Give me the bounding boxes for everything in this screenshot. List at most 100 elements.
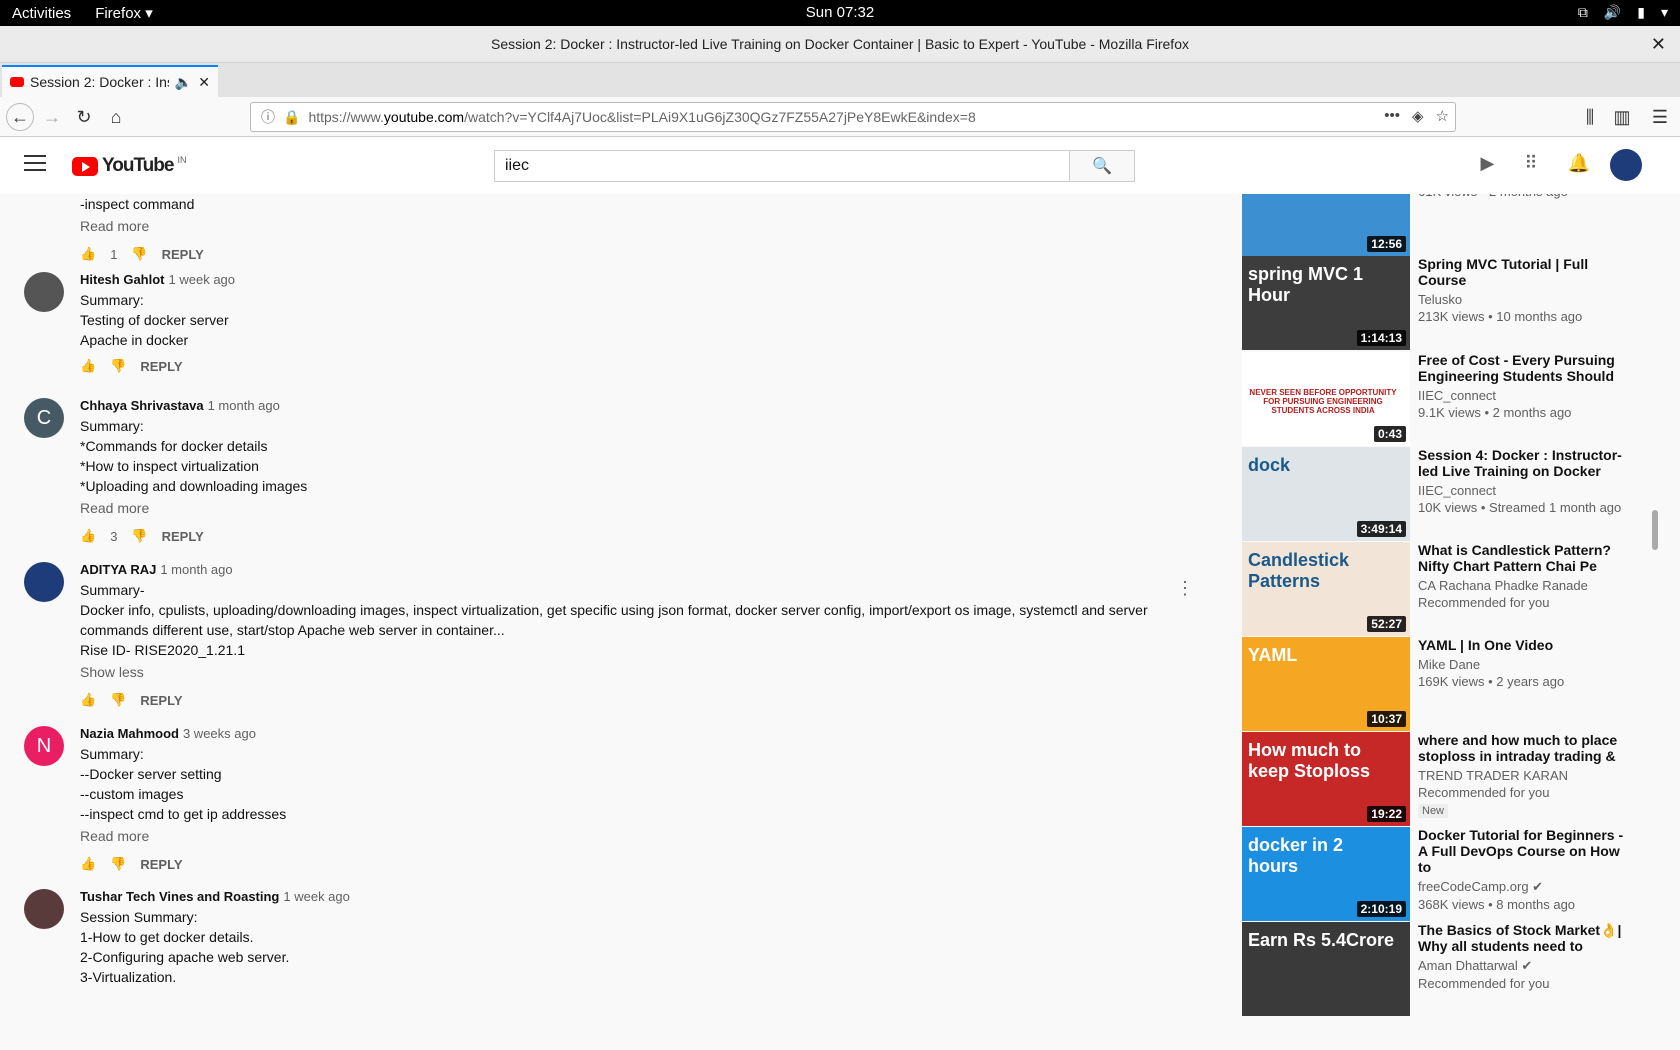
comment-time[interactable]: 1 week ago bbox=[169, 272, 236, 287]
menu-icon[interactable]: ☰ bbox=[1646, 103, 1674, 131]
avatar[interactable]: N bbox=[24, 726, 64, 766]
search-input[interactable]: iiec bbox=[494, 150, 1070, 182]
home-icon[interactable]: ⌂ bbox=[102, 103, 130, 131]
reload-icon[interactable]: ↻ bbox=[70, 103, 98, 131]
channel-name[interactable]: IIEC_connect bbox=[1418, 388, 1633, 403]
comment-author[interactable]: Tushar Tech Vines and Roasting bbox=[80, 889, 279, 904]
forward-icon[interactable]: → bbox=[38, 103, 66, 131]
like-icon[interactable]: 👍 bbox=[80, 528, 96, 544]
channel-name[interactable]: Aman Dhattarwal ✔ bbox=[1418, 958, 1633, 974]
sidebar-icon[interactable]: ▥ bbox=[1608, 103, 1636, 131]
dislike-icon[interactable]: 👎 bbox=[110, 692, 126, 708]
reply-button[interactable]: REPLY bbox=[162, 529, 204, 544]
channel-name[interactable]: freeCodeCamp.org ✔ bbox=[1418, 879, 1633, 895]
apps-grid-icon[interactable]: ⠿ bbox=[1524, 153, 1537, 174]
related-video-item[interactable]: Earn Rs 5.4Crore The Basics of Stock Mark… bbox=[1242, 922, 1660, 1016]
comment-author[interactable]: Hitesh Gahlot bbox=[80, 272, 165, 287]
video-thumbnail[interactable]: 12:56 bbox=[1242, 194, 1410, 256]
channel-name[interactable]: CA Rachana Phadke Ranade bbox=[1418, 578, 1633, 593]
dislike-icon[interactable]: 👎 bbox=[110, 856, 126, 872]
audio-icon[interactable]: 🔈 bbox=[175, 74, 192, 91]
dislike-icon[interactable]: 👎 bbox=[131, 246, 147, 262]
read-more-toggle[interactable]: Read more bbox=[80, 218, 1180, 238]
chevron-down-icon[interactable]: ▾ bbox=[1661, 4, 1668, 21]
notifications-bell-icon[interactable]: 🔔 bbox=[1568, 153, 1590, 174]
youtube-logo[interactable]: YouTube IN bbox=[72, 155, 186, 177]
close-tab-icon[interactable]: ✕ bbox=[198, 74, 218, 91]
bookmark-star-icon[interactable]: ☆ bbox=[1436, 107, 1449, 125]
reply-button[interactable]: REPLY bbox=[162, 247, 204, 262]
read-more-toggle[interactable]: Show less bbox=[80, 664, 1180, 684]
reply-button[interactable]: REPLY bbox=[140, 693, 182, 708]
create-video-icon[interactable]: ▶ bbox=[1481, 153, 1495, 174]
reply-button[interactable]: REPLY bbox=[140, 857, 182, 872]
video-title[interactable]: where and how much to place stoploss in … bbox=[1418, 732, 1633, 764]
video-title[interactable]: YAML | In One Video bbox=[1418, 637, 1633, 653]
address-bar[interactable]: ⓘ 🔒 https://www.youtube.com/watch?v=YClf… bbox=[250, 102, 1456, 132]
read-more-toggle[interactable]: Read more bbox=[80, 500, 1180, 520]
guide-menu-icon[interactable] bbox=[24, 155, 46, 176]
back-icon[interactable]: ← bbox=[6, 103, 34, 131]
avatar[interactable] bbox=[24, 272, 64, 312]
dislike-icon[interactable]: 👎 bbox=[110, 358, 126, 374]
video-title[interactable]: Free of Cost - Every Pursuing Engineerin… bbox=[1418, 352, 1633, 384]
library-icon[interactable]: ⫼ bbox=[1576, 103, 1604, 131]
video-thumbnail[interactable]: docker in 2 hours 2:10:19 bbox=[1242, 827, 1410, 921]
related-video-item[interactable]: 12:56 LiveOverflow ✔61K views • 2 months … bbox=[1242, 194, 1660, 256]
comment-body: -inspect command Read more 👍 1 👎 REPLY bbox=[80, 194, 1180, 262]
related-video-item[interactable]: NEVER SEEN BEFORE OPPORTUNITY FOR PURSUI… bbox=[1242, 352, 1660, 446]
like-icon[interactable]: 👍 bbox=[80, 358, 96, 374]
comment-author[interactable]: ADITYA RAJ bbox=[80, 562, 156, 577]
video-title[interactable]: Docker Tutorial for Beginners - A Full D… bbox=[1418, 827, 1633, 875]
video-thumbnail[interactable]: YAML 10:37 bbox=[1242, 637, 1410, 731]
account-avatar[interactable] bbox=[1610, 149, 1642, 181]
volume-icon[interactable]: 🔊 bbox=[1604, 4, 1621, 21]
video-thumbnail[interactable]: dock 3:49:14 bbox=[1242, 447, 1410, 541]
info-icon[interactable]: ⓘ bbox=[261, 107, 275, 127]
avatar[interactable]: C bbox=[24, 398, 64, 438]
comment-author[interactable]: Chhaya Shrivastava bbox=[80, 398, 204, 413]
avatar[interactable] bbox=[24, 889, 64, 929]
dislike-icon[interactable]: 👎 bbox=[131, 528, 147, 544]
battery-icon[interactable]: ▮ bbox=[1637, 4, 1645, 21]
video-thumbnail[interactable]: Candlestick Patterns 52:27 bbox=[1242, 542, 1410, 636]
more-actions-icon[interactable]: ⋮ bbox=[1176, 578, 1194, 599]
video-thumbnail[interactable]: spring MVC 1 Hour 1:14:13 bbox=[1242, 256, 1410, 350]
read-more-toggle[interactable]: Read more bbox=[80, 828, 1180, 848]
search-button[interactable]: 🔍 bbox=[1070, 150, 1135, 182]
close-window-icon[interactable]: ✕ bbox=[1651, 26, 1666, 63]
like-icon[interactable]: 👍 bbox=[80, 856, 96, 872]
page-actions-icon[interactable]: ••• bbox=[1384, 107, 1400, 125]
related-video-item[interactable]: How much to keep Stoploss 19:22 where and … bbox=[1242, 732, 1660, 826]
channel-name[interactable]: Telusko bbox=[1418, 292, 1633, 307]
channel-name[interactable]: IIEC_connect bbox=[1418, 483, 1633, 498]
video-thumbnail[interactable]: NEVER SEEN BEFORE OPPORTUNITY FOR PURSUI… bbox=[1242, 352, 1410, 446]
comment-time[interactable]: 1 month ago bbox=[208, 398, 280, 413]
related-video-item[interactable]: YAML 10:37 YAML | In One Video Mike Dane 169… bbox=[1242, 637, 1660, 731]
comment-time[interactable]: 1 week ago bbox=[283, 889, 350, 904]
pocket-icon[interactable]: ◈ bbox=[1412, 107, 1424, 125]
channel-name[interactable]: Mike Dane bbox=[1418, 657, 1633, 672]
like-icon[interactable]: 👍 bbox=[80, 246, 96, 262]
video-title[interactable]: Spring MVC Tutorial | Full Course bbox=[1418, 256, 1633, 288]
avatar[interactable] bbox=[24, 562, 64, 602]
video-title[interactable]: Session 4: Docker : Instructor-led Live … bbox=[1418, 447, 1633, 479]
video-title[interactable]: The Basics of Stock Market👌| Why all stu… bbox=[1418, 922, 1633, 954]
related-video-item[interactable]: dock 3:49:14 Session 4: Docker : Instructo… bbox=[1242, 447, 1660, 541]
thumbnail-text: Candlestick Patterns bbox=[1248, 550, 1350, 591]
browser-tab[interactable]: Session 2: Docker : Ins 🔈 ✕ bbox=[2, 65, 218, 97]
related-video-item[interactable]: spring MVC 1 Hour 1:14:13 Spring MVC Tutor… bbox=[1242, 256, 1660, 350]
network-icon[interactable]: ⧉ bbox=[1578, 4, 1588, 21]
comment-time[interactable]: 1 month ago bbox=[160, 562, 232, 577]
reply-button[interactable]: REPLY bbox=[140, 359, 182, 374]
related-video-item[interactable]: docker in 2 hours 2:10:19 Docker Tutorial … bbox=[1242, 827, 1660, 921]
video-thumbnail[interactable]: How much to keep Stoploss 19:22 bbox=[1242, 732, 1410, 826]
like-icon[interactable]: 👍 bbox=[80, 692, 96, 708]
video-thumbnail[interactable]: Earn Rs 5.4Crore bbox=[1242, 922, 1410, 1016]
clock[interactable]: Sun 07:32 bbox=[0, 4, 1680, 21]
comment-time[interactable]: 3 weeks ago bbox=[183, 726, 256, 741]
video-title[interactable]: What is Candlestick Pattern? Nifty Chart… bbox=[1418, 542, 1633, 574]
channel-name[interactable]: TREND TRADER KARAN bbox=[1418, 768, 1633, 783]
related-video-item[interactable]: Candlestick Patterns 52:27 What is Candles… bbox=[1242, 542, 1660, 636]
comment-author[interactable]: Nazia Mahmood bbox=[80, 726, 179, 741]
